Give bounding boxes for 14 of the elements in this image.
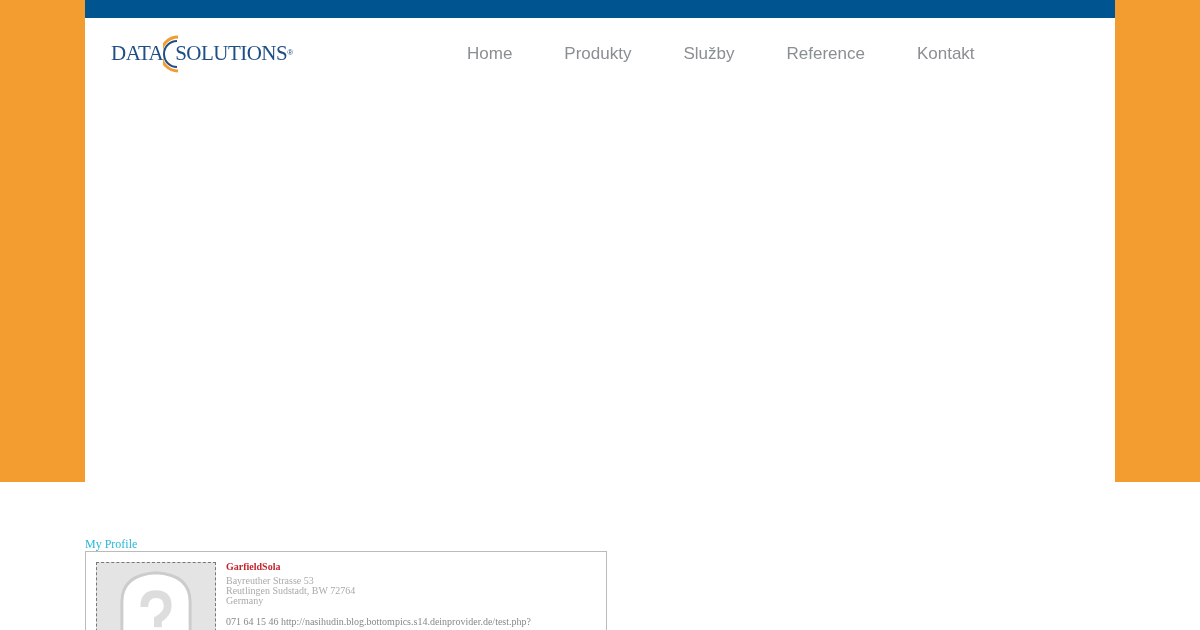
profile-name: GarfieldSola bbox=[226, 562, 282, 572]
nav-link[interactable]: Kontakt bbox=[890, 41, 1001, 67]
address-line: Reutlingen Sudstadt, BW 72764 bbox=[226, 586, 357, 596]
address-line: Bayreuther Strasse 53 bbox=[226, 576, 314, 586]
registered-mark: ® bbox=[287, 48, 294, 57]
contact-text: 071 64 15 46 http://nasihudin.blog.bottompics.s14.deinprovider.de/test.php? bbox=[226, 617, 531, 627]
logo-text: DATA bbox=[111, 40, 164, 68]
nav-link[interactable]: Reference bbox=[760, 41, 891, 67]
nav-link[interactable]: Home bbox=[441, 41, 539, 67]
logo-text: SOLUTIONS bbox=[175, 40, 288, 68]
address-line: Germany bbox=[226, 596, 264, 606]
nav-link[interactable]: Služby bbox=[657, 41, 761, 67]
section-heading[interactable]: My Profile bbox=[85, 537, 1200, 551]
nav-link[interactable]: Produkty bbox=[538, 41, 658, 67]
